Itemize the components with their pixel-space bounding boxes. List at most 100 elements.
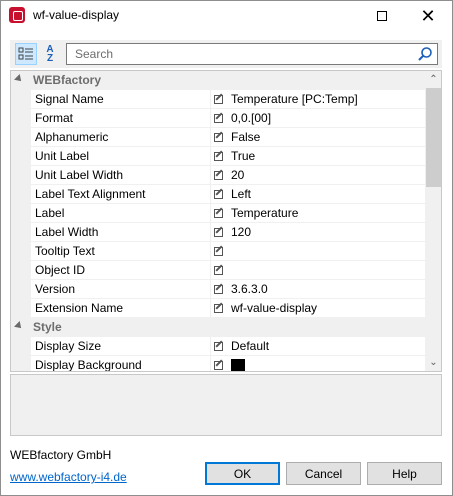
- collapse-triangle-icon[interactable]: [14, 74, 24, 84]
- property-value-cell[interactable]: 20: [211, 166, 425, 185]
- app-icon: [9, 7, 25, 23]
- property-value[interactable]: 20: [231, 166, 244, 184]
- edit-value-icon[interactable]: [214, 133, 223, 142]
- property-value-cell[interactable]: True: [211, 147, 425, 166]
- window-title: wf-value-display: [33, 8, 120, 22]
- category-label: Style: [33, 320, 62, 334]
- scroll-up-button[interactable]: ⌃: [425, 71, 441, 88]
- property-row[interactable]: Tooltip Text: [11, 242, 425, 261]
- property-value[interactable]: True: [231, 147, 255, 165]
- property-value-cell[interactable]: wf-value-display: [211, 299, 425, 318]
- property-name[interactable]: Unit Label Width: [31, 166, 210, 185]
- property-value-cell[interactable]: [211, 356, 425, 371]
- property-value[interactable]: 0,0.[00]: [231, 109, 271, 127]
- property-value-cell[interactable]: False: [211, 128, 425, 147]
- property-row[interactable]: Unit Label True: [11, 147, 425, 166]
- categorized-view-icon: [18, 47, 33, 60]
- scroll-down-button[interactable]: ⌄: [425, 354, 441, 371]
- property-value[interactable]: Temperature: [231, 204, 298, 222]
- website-link[interactable]: www.webfactory-i4.de: [10, 470, 127, 484]
- property-row[interactable]: Version 3.6.3.0: [11, 280, 425, 299]
- edit-value-icon[interactable]: [214, 190, 223, 199]
- vertical-scrollbar[interactable]: ⌃ ⌄: [425, 71, 441, 371]
- alphabetical-sort-icon: A Z: [46, 45, 54, 64]
- property-value-cell[interactable]: [211, 242, 425, 261]
- property-name[interactable]: Display Background: [31, 356, 210, 371]
- edit-value-icon[interactable]: [214, 95, 223, 104]
- edit-value-icon[interactable]: [214, 228, 223, 237]
- alpha-label-bottom: Z: [46, 53, 54, 64]
- edit-value-icon[interactable]: [214, 285, 223, 294]
- edit-value-icon[interactable]: [214, 304, 223, 313]
- edit-value-icon[interactable]: [214, 114, 223, 123]
- property-row[interactable]: Display Size Default: [11, 337, 425, 356]
- property-value[interactable]: Temperature [PC:Temp]: [231, 90, 358, 108]
- ok-button[interactable]: OK: [205, 462, 280, 485]
- edit-value-icon[interactable]: [214, 266, 223, 275]
- help-button[interactable]: Help: [367, 462, 442, 485]
- property-value-cell[interactable]: Default: [211, 337, 425, 356]
- property-row[interactable]: Label Temperature: [11, 204, 425, 223]
- property-row[interactable]: Extension Name wf-value-display: [11, 299, 425, 318]
- close-icon: ✕: [420, 6, 436, 26]
- property-name[interactable]: Label Text Alignment: [31, 185, 210, 204]
- categorized-view-button[interactable]: [15, 43, 37, 65]
- property-name[interactable]: Label: [31, 204, 210, 223]
- property-value-cell[interactable]: Left: [211, 185, 425, 204]
- property-row[interactable]: Format 0,0.[00]: [11, 109, 425, 128]
- edit-value-icon[interactable]: [214, 209, 223, 218]
- edit-value-icon[interactable]: [214, 152, 223, 161]
- property-value-cell[interactable]: [211, 261, 425, 280]
- property-value[interactable]: 120: [231, 223, 251, 241]
- property-row[interactable]: Unit Label Width 20: [11, 166, 425, 185]
- search-icon[interactable]: [417, 46, 433, 62]
- property-name[interactable]: Alphanumeric: [31, 128, 210, 147]
- property-toolbar: A Z: [10, 40, 442, 68]
- chevron-up-icon: ⌃: [429, 74, 438, 85]
- edit-value-icon[interactable]: [214, 361, 223, 370]
- property-name[interactable]: Label Width: [31, 223, 210, 242]
- property-name[interactable]: Signal Name: [31, 90, 210, 109]
- search-input[interactable]: [67, 44, 407, 64]
- property-name[interactable]: Object ID: [31, 261, 210, 280]
- maximize-button[interactable]: [359, 1, 405, 31]
- property-name[interactable]: Tooltip Text: [31, 242, 210, 261]
- chevron-down-icon: ⌄: [429, 357, 438, 368]
- close-button[interactable]: ✕: [405, 1, 451, 31]
- property-row[interactable]: Signal Name Temperature [PC:Temp]: [11, 90, 425, 109]
- edit-value-icon[interactable]: [214, 247, 223, 256]
- property-value[interactable]: 3.6.3.0: [231, 280, 268, 298]
- property-row[interactable]: Label Text Alignment Left: [11, 185, 425, 204]
- description-pane: [10, 374, 442, 436]
- category-row[interactable]: WEBfactory: [11, 71, 425, 90]
- collapse-triangle-icon[interactable]: [14, 321, 24, 331]
- property-name[interactable]: Display Size: [31, 337, 210, 356]
- property-row[interactable]: Alphanumeric False: [11, 128, 425, 147]
- property-value-cell[interactable]: Temperature [PC:Temp]: [211, 90, 425, 109]
- property-row[interactable]: Label Width 120: [11, 223, 425, 242]
- edit-value-icon[interactable]: [214, 171, 223, 180]
- edit-value-icon[interactable]: [214, 342, 223, 351]
- property-value[interactable]: False: [231, 128, 260, 146]
- property-name[interactable]: Version: [31, 280, 210, 299]
- category-row[interactable]: Style: [11, 318, 425, 337]
- company-name: WEBfactory GmbH: [10, 448, 112, 462]
- property-value-cell[interactable]: 0,0.[00]: [211, 109, 425, 128]
- property-grid: WEBfactory Signal Name Temperature [PC:Tem…: [10, 70, 442, 372]
- property-name[interactable]: Unit Label: [31, 147, 210, 166]
- property-value-cell[interactable]: 3.6.3.0: [211, 280, 425, 299]
- property-value-cell[interactable]: 120: [211, 223, 425, 242]
- property-value[interactable]: Default: [231, 337, 269, 355]
- property-name[interactable]: Extension Name: [31, 299, 210, 318]
- property-row[interactable]: Object ID: [11, 261, 425, 280]
- property-value[interactable]: wf-value-display: [231, 299, 317, 317]
- property-value-cell[interactable]: Temperature: [211, 204, 425, 223]
- alphabetical-view-button[interactable]: A Z: [39, 43, 61, 65]
- cancel-button[interactable]: Cancel: [286, 462, 361, 485]
- property-name[interactable]: Format: [31, 109, 210, 128]
- property-row[interactable]: Display Background: [11, 356, 425, 371]
- color-swatch[interactable]: [231, 359, 245, 371]
- property-value[interactable]: Left: [231, 185, 251, 203]
- scroll-thumb[interactable]: [426, 88, 441, 187]
- title-bar: wf-value-display ✕: [1, 1, 452, 31]
